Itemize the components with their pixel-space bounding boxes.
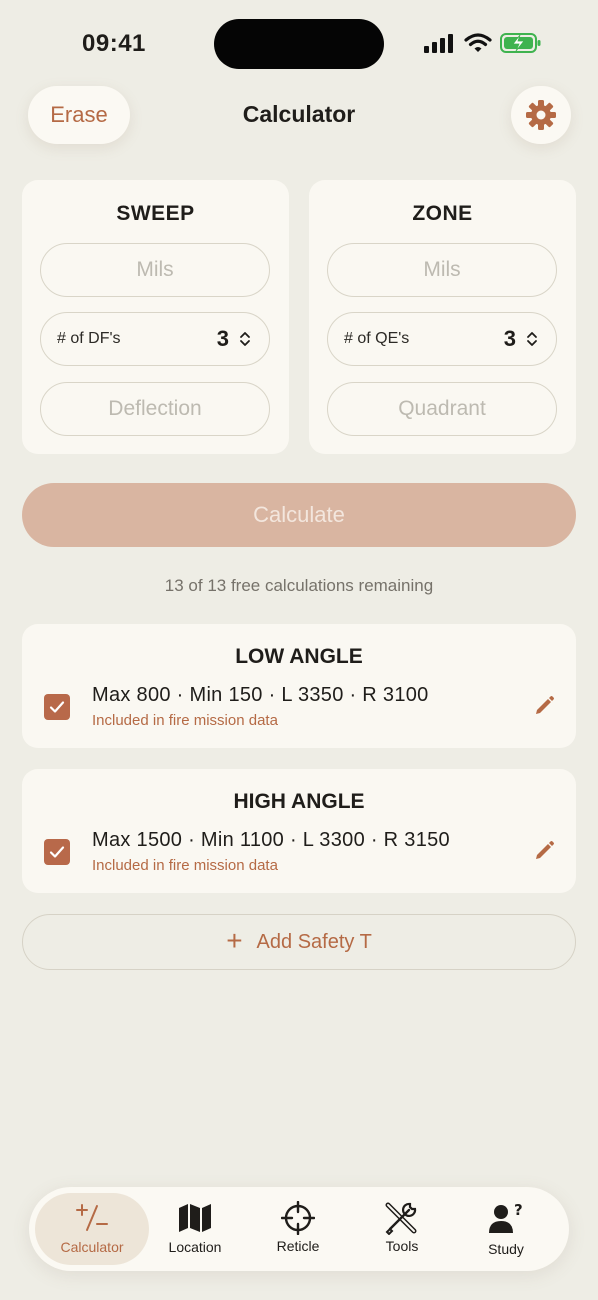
pencil-icon[interactable] [532, 694, 556, 718]
qe-count-value: 3 [503, 326, 516, 351]
df-count-value: 3 [216, 326, 229, 351]
tab-tools[interactable]: Tools [350, 1193, 454, 1265]
add-safety-label: Add Safety T [256, 930, 372, 953]
battery-charging-icon [500, 33, 541, 53]
high-angle-note: Included in fire mission data [92, 857, 278, 874]
chevron-up-down-icon [527, 332, 537, 346]
zone-panel: ZONE Mils # of QE's 3 Quadrant [309, 180, 576, 454]
crosshair-icon [281, 1201, 315, 1235]
dynamic-island [214, 19, 384, 69]
high-angle-values: Max 1500 · Min 1100 · L 3300 · R 3150 [92, 829, 450, 851]
high-angle-card: HIGH ANGLE Max 1500 · Min 1100 · L 3300 … [22, 769, 576, 893]
gear-icon [526, 100, 556, 130]
svg-text:?: ? [514, 1203, 523, 1219]
tab-location-label: Location [168, 1239, 222, 1255]
person-question-icon: ? [489, 1203, 523, 1233]
zone-title: ZONE [412, 202, 473, 225]
low-angle-values: Max 800 · Min 150 · L 3350 · R 3100 [92, 684, 429, 706]
chevron-up-down-icon [240, 332, 250, 346]
sweep-mils-input[interactable]: Mils [40, 243, 270, 297]
quadrant-input[interactable]: Quadrant [327, 382, 557, 436]
high-angle-title: HIGH ANGLE [233, 790, 365, 813]
map-icon [179, 1204, 211, 1232]
remaining-calculations-text: 13 of 13 free calculations remaining [164, 576, 434, 595]
status-time: 09:41 [82, 30, 146, 57]
tab-reticle[interactable]: Reticle [246, 1193, 350, 1265]
tab-bar: Calculator Location Reticle Tools ? Stud… [29, 1187, 569, 1271]
calculate-button[interactable]: Calculate [22, 483, 576, 547]
qe-count-stepper[interactable]: # of QE's 3 [327, 312, 557, 366]
cellular-signal-icon [424, 34, 453, 53]
zone-mils-input[interactable]: Mils [327, 243, 557, 297]
page-title: Calculator [242, 101, 356, 127]
tab-study-label: Study [488, 1241, 524, 1257]
checkmark-icon [49, 701, 65, 713]
tab-reticle-label: Reticle [276, 1238, 320, 1254]
df-count-label: # of DF's [57, 330, 121, 347]
deflection-input[interactable]: Deflection [40, 382, 270, 436]
low-angle-card: LOW ANGLE Max 800 · Min 150 · L 3350 · R… [22, 624, 576, 748]
tools-icon [385, 1202, 417, 1235]
tab-study[interactable]: ? Study [454, 1193, 558, 1265]
sweep-title: SWEEP [116, 202, 195, 225]
low-angle-note: Included in fire mission data [92, 712, 278, 729]
checkmark-icon [49, 846, 65, 858]
tab-tools-label: Tools [385, 1238, 419, 1254]
settings-button[interactable] [511, 86, 571, 144]
low-angle-title: LOW ANGLE [235, 645, 363, 668]
qe-count-label: # of QE's [344, 330, 410, 347]
tab-location[interactable]: Location [143, 1193, 247, 1265]
pencil-icon[interactable] [532, 839, 556, 863]
plus-icon: + [226, 924, 243, 956]
sweep-panel: SWEEP Mils # of DF's 3 Deflection [22, 180, 289, 454]
plus-minus-icon [76, 1204, 108, 1231]
add-safety-button[interactable]: + Add Safety T [22, 914, 576, 970]
high-angle-checkbox[interactable] [44, 839, 70, 865]
wifi-icon [464, 33, 492, 52]
df-count-stepper[interactable]: # of DF's 3 [40, 312, 270, 366]
tab-calculator[interactable]: Calculator [35, 1193, 149, 1265]
low-angle-checkbox[interactable] [44, 694, 70, 720]
tab-calculator-label: Calculator [60, 1239, 124, 1255]
status-icons [424, 32, 542, 54]
